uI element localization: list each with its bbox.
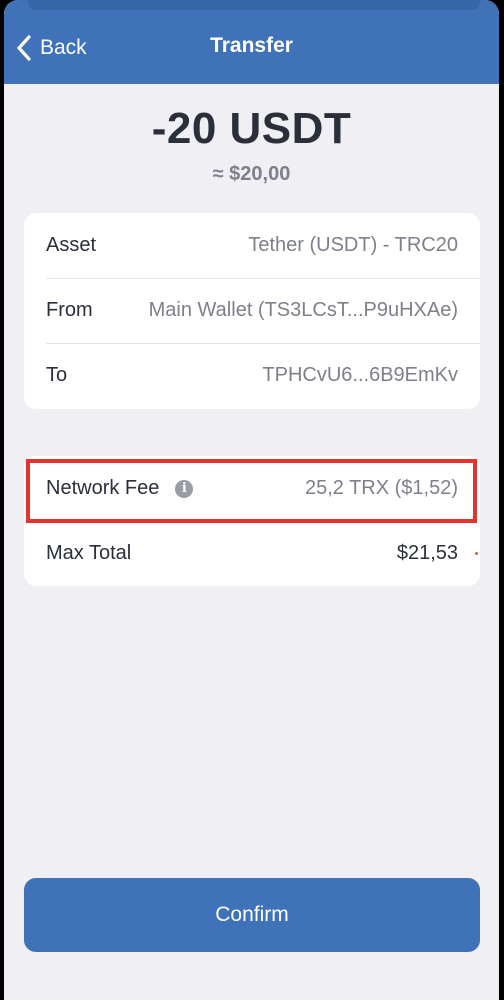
detail-label: Asset — [46, 234, 97, 256]
max-total-value: $21,53 — [396, 542, 458, 564]
back-label: Back — [40, 36, 87, 59]
detail-row-asset: Asset Tether (USDT) - TRC20 — [46, 213, 458, 278]
detail-label: To — [46, 364, 68, 386]
max-total-label: Max Total — [46, 542, 132, 564]
indicator-dot — [475, 552, 478, 555]
detail-value: TPHCvU6...6B9EmKv — [262, 364, 458, 386]
back-button[interactable]: Back — [14, 30, 87, 66]
transfer-fiat-amount: ≈ $20,00 — [212, 163, 291, 185]
detail-row-to: To TPHCvU6...6B9EmKv — [46, 343, 458, 408]
highlight-box — [26, 459, 477, 523]
detail-value: Main Wallet (TS3LCsT...P9uHXAe) — [148, 299, 458, 321]
chevron-left-icon — [14, 33, 34, 63]
nav-header: Back Transfer — [4, 0, 499, 84]
header-tab-decoration — [28, 0, 480, 10]
detail-row-from: From Main Wallet (TS3LCsT...P9uHXAe) — [46, 278, 458, 343]
details-card: Asset Tether (USDT) - TRC20 From Main Wa… — [24, 213, 480, 409]
detail-value: Tether (USDT) - TRC20 — [248, 234, 458, 256]
detail-label: From — [46, 299, 93, 321]
confirm-button[interactable]: Confirm — [24, 878, 480, 952]
max-total-row: Max Total $21,53 — [46, 521, 458, 586]
transfer-amount: -20 USDT — [151, 104, 352, 153]
